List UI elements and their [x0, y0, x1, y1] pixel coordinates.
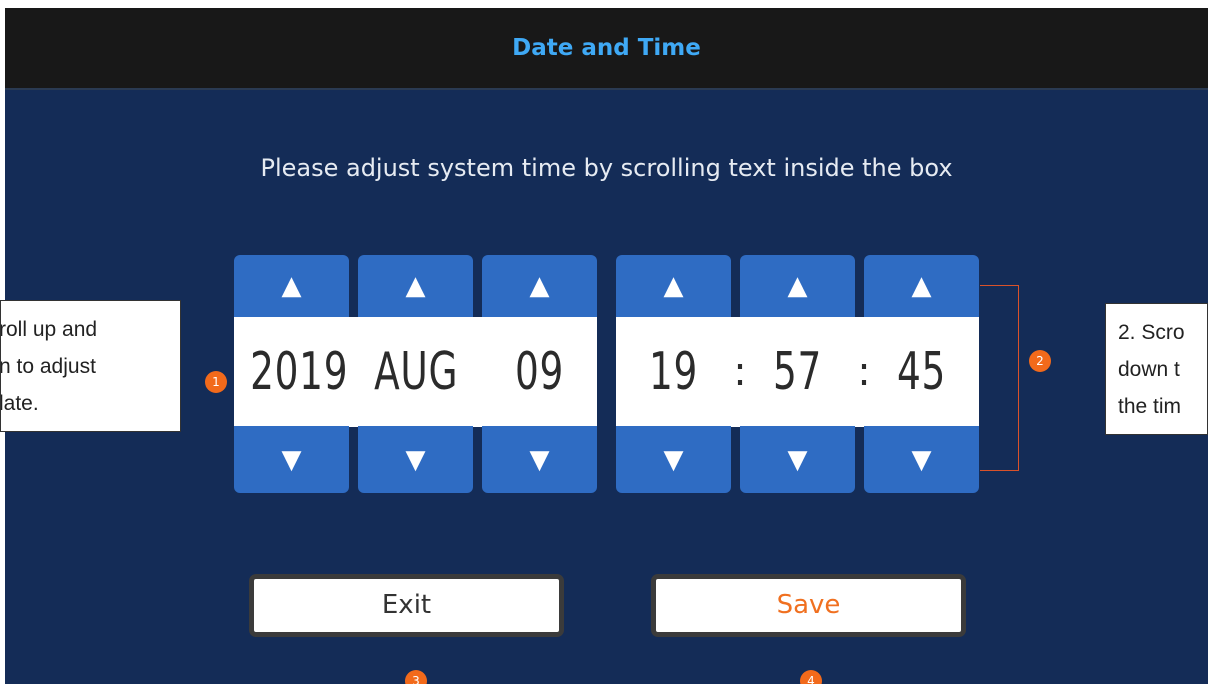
callout-line: late.: [0, 392, 39, 415]
second-down-button[interactable]: ▼: [864, 426, 979, 493]
arrow-down-icon: ▼: [911, 444, 932, 475]
year-value[interactable]: 2019: [250, 317, 347, 427]
year-down-button[interactable]: ▼: [234, 426, 349, 493]
callout-line: n to adjust: [0, 355, 96, 378]
exit-button[interactable]: Exit: [249, 574, 564, 637]
callout-line: roll up and: [0, 318, 98, 341]
date-time-screen: Date and Time Please adjust system time …: [5, 8, 1208, 684]
hour-up-button[interactable]: ▲: [616, 255, 731, 317]
callout-line: down t: [1118, 358, 1180, 381]
hour-down-button[interactable]: ▼: [616, 426, 731, 493]
arrow-up-icon: ▲: [911, 271, 932, 301]
badge-1: 1: [205, 371, 227, 393]
title-bar: Date and Time: [5, 8, 1208, 90]
arrow-down-icon: ▼: [787, 444, 808, 475]
arrow-up-icon: ▲: [281, 271, 302, 301]
day-down-button[interactable]: ▼: [482, 426, 597, 493]
time-bracket: [980, 285, 1019, 471]
minute-value[interactable]: 57: [756, 317, 839, 427]
arrow-up-icon: ▲: [405, 271, 426, 301]
arrow-down-icon: ▼: [663, 444, 684, 475]
page-title: Date and Time: [512, 35, 701, 61]
second-value[interactable]: 45: [880, 317, 963, 427]
second-up-button[interactable]: ▲: [864, 255, 979, 317]
arrow-up-icon: ▲: [787, 271, 808, 301]
badge-4: 4: [800, 670, 822, 684]
month-up-button[interactable]: ▲: [358, 255, 473, 317]
day-value[interactable]: 09: [498, 317, 581, 427]
month-value[interactable]: AUG: [374, 317, 457, 427]
month-down-button[interactable]: ▼: [358, 426, 473, 493]
arrow-down-icon: ▼: [281, 444, 302, 475]
callout-date-instructions: roll up and n to adjust late.: [0, 300, 181, 432]
year-up-button[interactable]: ▲: [234, 255, 349, 317]
arrow-down-icon: ▼: [529, 444, 550, 475]
callout-line: 2. Scro: [1118, 321, 1185, 344]
time-separator: :: [857, 349, 871, 395]
day-up-button[interactable]: ▲: [482, 255, 597, 317]
badge-2: 2: [1029, 350, 1051, 372]
minute-down-button[interactable]: ▼: [740, 426, 855, 493]
save-button[interactable]: Save: [651, 574, 966, 637]
instruction-text: Please adjust system time by scrolling t…: [260, 154, 953, 182]
hour-value[interactable]: 19: [632, 317, 715, 427]
arrow-up-icon: ▲: [529, 271, 550, 301]
callout-time-instructions: 2. Scro down t the tim: [1105, 303, 1208, 435]
time-separator: :: [733, 349, 747, 395]
badge-3: 3: [405, 670, 427, 684]
arrow-down-icon: ▼: [405, 444, 426, 475]
arrow-up-icon: ▲: [663, 271, 684, 301]
callout-line: the tim: [1118, 395, 1182, 418]
minute-up-button[interactable]: ▲: [740, 255, 855, 317]
